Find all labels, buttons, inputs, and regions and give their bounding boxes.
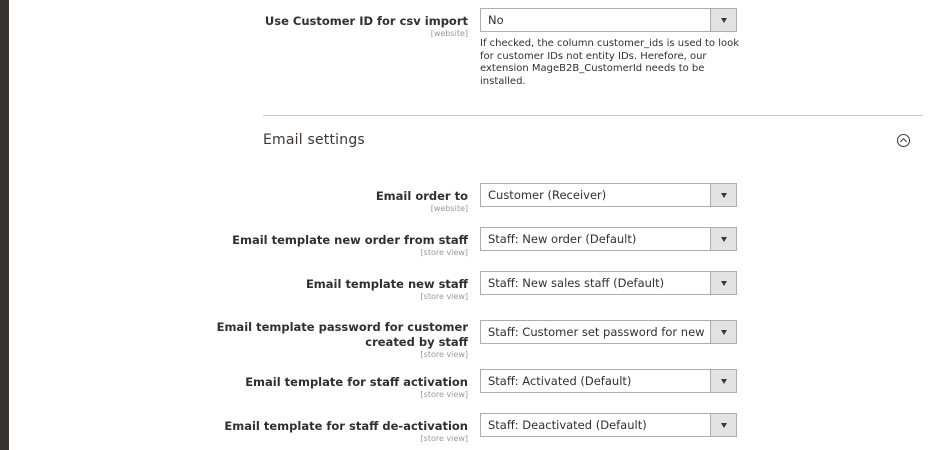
- field-scope: [store view]: [420, 292, 468, 301]
- template-staff-activation-select[interactable]: Staff: Activated (Default): [480, 369, 737, 393]
- admin-sidebar-edge: [0, 0, 9, 450]
- field-label-group: Email template for staff activation [sto…: [245, 375, 468, 399]
- template-new-staff-select[interactable]: Staff: New sales staff (Default): [480, 271, 737, 295]
- dropdown-button[interactable]: [710, 184, 736, 206]
- dropdown-button[interactable]: [710, 272, 736, 294]
- field-scope: [website]: [430, 29, 468, 38]
- template-new-order-select[interactable]: Staff: New order (Default): [480, 227, 737, 251]
- select-value: No: [488, 13, 504, 27]
- email-order-to-select[interactable]: Customer (Receiver): [480, 183, 737, 207]
- section-title[interactable]: Email settings: [263, 132, 365, 148]
- field-label: Email template new staff: [305, 277, 468, 291]
- dropdown-button[interactable]: [710, 228, 736, 250]
- field-label: Use Customer ID for csv import: [264, 14, 468, 28]
- field-scope: [store view]: [420, 350, 468, 359]
- field-label-group: Use Customer ID for csv import [website]: [265, 14, 468, 38]
- field-label-group: Email template new staff [store view]: [306, 277, 468, 301]
- select-value: Customer (Receiver): [488, 188, 607, 202]
- field-label-group: Email template password for customer cre…: [217, 320, 468, 359]
- field-label: Email template for staff de-activation: [224, 419, 468, 433]
- field-label-group: Email order to [website]: [376, 189, 468, 213]
- select-value: Staff: Deactivated (Default): [488, 418, 647, 432]
- field-scope: [store view]: [420, 434, 468, 443]
- chevron-up-circle-icon[interactable]: [897, 134, 910, 147]
- field-label-line2: created by staff: [365, 335, 468, 349]
- field-label-group: Email template for staff de-activation […: [224, 419, 468, 443]
- field-scope: [store view]: [420, 248, 468, 257]
- field-note: If checked, the column customer_ids is u…: [480, 38, 740, 87]
- template-staff-deactivation-select[interactable]: Staff: Deactivated (Default): [480, 413, 737, 437]
- field-label: Email template new order from staff: [232, 233, 468, 247]
- field-label-line1: Email template password for customer: [216, 320, 468, 334]
- chevron-down-icon: [720, 281, 727, 286]
- select-value: Staff: Customer set password for new acc…: [488, 325, 704, 339]
- template-customer-password-select[interactable]: Staff: Customer set password for new acc…: [480, 320, 737, 344]
- field-label: Email template for staff activation: [245, 375, 468, 389]
- dropdown-button[interactable]: [710, 9, 736, 31]
- use-customer-id-select[interactable]: No: [480, 8, 737, 32]
- dropdown-button[interactable]: [710, 370, 736, 392]
- field-scope: [website]: [430, 204, 468, 213]
- select-value: Staff: Activated (Default): [488, 374, 632, 388]
- chevron-down-icon: [720, 193, 727, 198]
- chevron-down-icon: [720, 18, 727, 23]
- section-divider: [263, 115, 923, 116]
- select-value: Staff: New order (Default): [488, 232, 637, 246]
- field-label: Email order to: [375, 189, 468, 203]
- chevron-down-icon: [720, 379, 727, 384]
- chevron-down-icon: [720, 237, 727, 242]
- chevron-down-icon: [720, 330, 727, 335]
- dropdown-button[interactable]: [710, 321, 736, 343]
- chevron-down-icon: [720, 423, 727, 428]
- select-value: Staff: New sales staff (Default): [488, 276, 665, 290]
- field-label-group: Email template new order from staff [sto…: [232, 233, 468, 257]
- dropdown-button[interactable]: [710, 414, 736, 436]
- field-scope: [store view]: [420, 390, 468, 399]
